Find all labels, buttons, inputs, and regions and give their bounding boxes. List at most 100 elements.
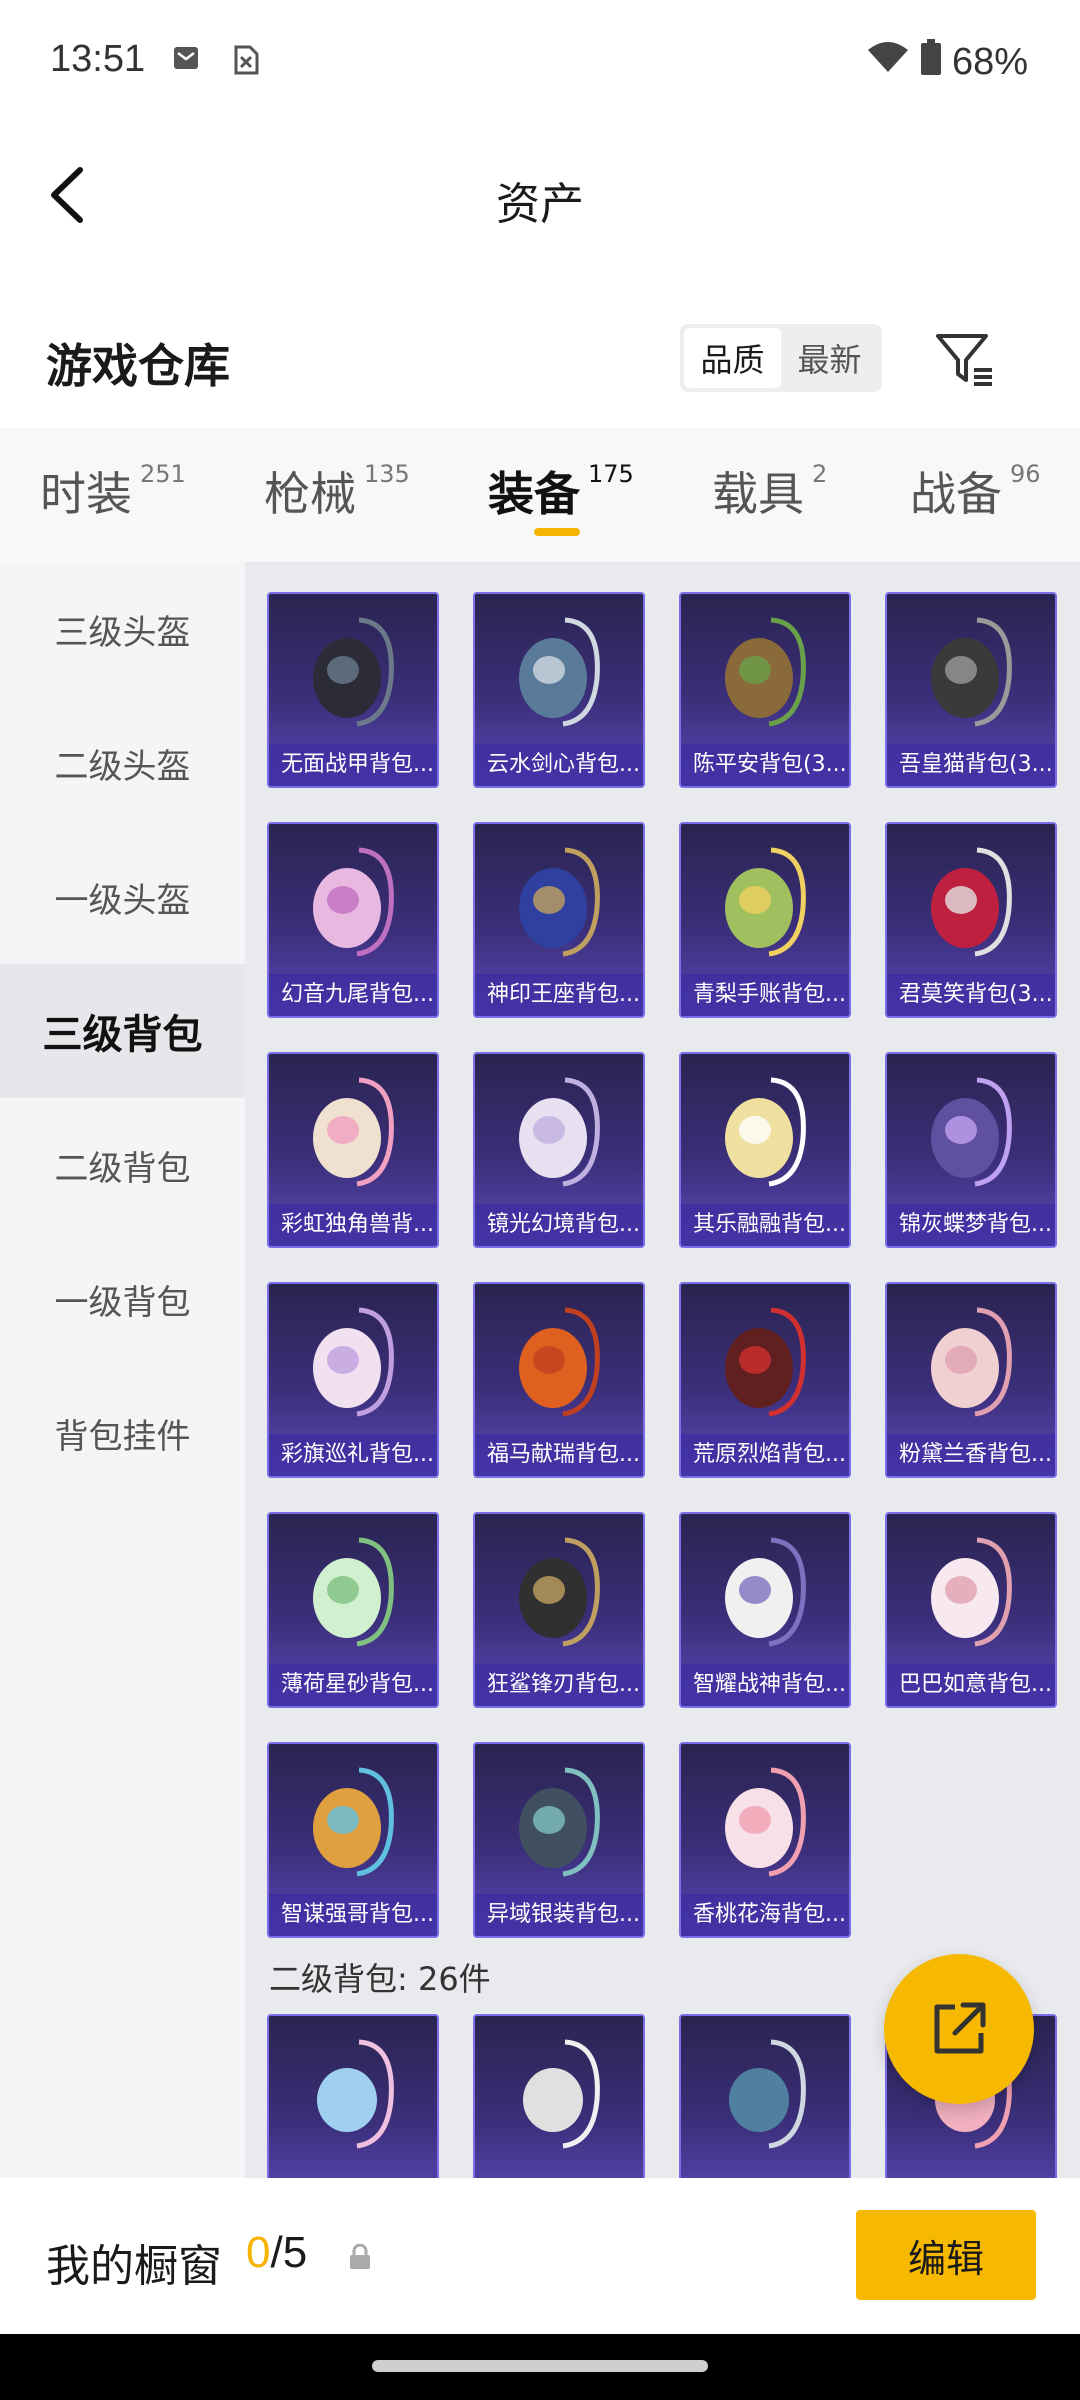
battery-level: 68% bbox=[951, 40, 1028, 83]
backpack-image bbox=[313, 1537, 394, 1647]
item-label: 薄荷星砂背包... bbox=[269, 1664, 437, 1706]
share-fab[interactable] bbox=[884, 1954, 1034, 2104]
item-card[interactable]: 锦灰蝶梦背包... bbox=[885, 1052, 1057, 1248]
status-bar: 13:51 68% bbox=[0, 0, 1080, 125]
item-label: 幻音九尾背包... bbox=[269, 974, 437, 1016]
item-card[interactable]: 幻音九尾背包... bbox=[267, 822, 439, 1018]
status-time: 13:51 bbox=[50, 38, 146, 80]
item-label: 福马献瑞背包... bbox=[475, 1434, 643, 1476]
backpack-image bbox=[523, 2039, 600, 2149]
item-card[interactable]: 彩旗巡礼背包... bbox=[267, 1282, 439, 1478]
category-tabs: 时装 251 枪械 135 装备 175 载具 2 战备 96 bbox=[0, 428, 1080, 562]
tab-label: 装备 bbox=[488, 467, 580, 521]
sidebar-item-helmet-lv2[interactable]: 二级头盔 bbox=[0, 696, 245, 830]
tab-label: 战备 bbox=[910, 467, 1002, 521]
item-card[interactable]: 镜光幻境背包... bbox=[473, 1052, 645, 1248]
item-card[interactable]: 异域银装背包... bbox=[473, 1742, 645, 1938]
item-label: 君莫笑背包(3... bbox=[887, 974, 1055, 1016]
sidebar-item-helmet-lv1[interactable]: 一级头盔 bbox=[0, 830, 245, 964]
backpack-image bbox=[725, 1307, 806, 1417]
item-label: 云水剑心背包... bbox=[475, 744, 643, 786]
tab-combat-prep[interactable]: 战备 96 bbox=[910, 458, 1041, 524]
item-card[interactable]: 福马献瑞背包... bbox=[473, 1282, 645, 1478]
backpack-image bbox=[725, 1537, 806, 1647]
item-card[interactable]: 狂鲨锋刃背包... bbox=[473, 1512, 645, 1708]
wifi-icon bbox=[866, 40, 910, 84]
system-nav-bar bbox=[0, 2334, 1080, 2400]
backpack-image bbox=[931, 1307, 1012, 1417]
filter-button[interactable] bbox=[930, 324, 1000, 394]
item-label: 其乐融融背包... bbox=[681, 1204, 849, 1246]
filter-icon bbox=[936, 334, 992, 386]
backpack-image bbox=[725, 847, 806, 957]
item-card[interactable]: 吾皇猫背包(3... bbox=[885, 592, 1057, 788]
item-card[interactable]: 彩虹独角兽背... bbox=[267, 1052, 439, 1248]
item-grid: 无面战甲背包... 云水剑心背包... 陈平安背包(3... 吾皇猫背包(3... 幻音… bbox=[245, 562, 1080, 2178]
sidebar-item-helmet-lv3[interactable]: 三级头盔 bbox=[0, 562, 245, 696]
item-label: 吾皇猫背包(3... bbox=[887, 744, 1055, 786]
item-card[interactable] bbox=[267, 2014, 439, 2178]
backpack-image bbox=[519, 1307, 600, 1417]
edit-button[interactable]: 编辑 bbox=[856, 2210, 1036, 2300]
tab-count: 2 bbox=[812, 460, 828, 488]
item-label: 彩旗巡礼背包... bbox=[269, 1434, 437, 1476]
sidebar-item-backpack-lv3[interactable]: 三级背包 bbox=[0, 964, 245, 1098]
tab-count: 251 bbox=[140, 460, 186, 488]
sidebar-item-backpack-lv1[interactable]: 一级背包 bbox=[0, 1232, 245, 1366]
item-card[interactable]: 其乐融融背包... bbox=[679, 1052, 851, 1248]
item-card[interactable]: 巴巴如意背包... bbox=[885, 1512, 1057, 1708]
backpack-image bbox=[725, 1077, 806, 1187]
status-right: 68% bbox=[866, 38, 1028, 86]
backpack-image bbox=[931, 1537, 1012, 1647]
showcase-count: 0/5 bbox=[246, 2228, 307, 2278]
item-card[interactable]: 无面战甲背包... bbox=[267, 592, 439, 788]
item-card[interactable]: 荒原烈焰背包... bbox=[679, 1282, 851, 1478]
tab-equipment[interactable]: 装备 175 bbox=[488, 458, 634, 524]
item-card[interactable] bbox=[473, 2014, 645, 2178]
item-card[interactable]: 青梨手账背包... bbox=[679, 822, 851, 1018]
item-label: 陈平安背包(3... bbox=[681, 744, 849, 786]
item-card[interactable]: 君莫笑背包(3... bbox=[885, 822, 1057, 1018]
backpack-image bbox=[313, 1307, 394, 1417]
tab-count: 96 bbox=[1010, 460, 1041, 488]
home-indicator[interactable] bbox=[372, 2360, 708, 2372]
showcase-current: 0 bbox=[246, 2228, 271, 2277]
item-label: 荒原烈焰背包... bbox=[681, 1434, 849, 1476]
section-title-backpack-lv2: 二级背包: 26件 bbox=[269, 1960, 491, 1998]
sort-option-newest[interactable]: 最新 bbox=[781, 328, 878, 388]
tab-vehicles[interactable]: 载具 2 bbox=[712, 458, 827, 524]
item-label: 粉黛兰香背包... bbox=[887, 1434, 1055, 1476]
page-title: 资产 bbox=[496, 179, 584, 230]
backpack-image bbox=[725, 617, 806, 727]
mail-icon bbox=[172, 44, 200, 76]
backpack-image bbox=[729, 2039, 806, 2149]
sort-option-quality[interactable]: 品质 bbox=[684, 328, 781, 388]
item-label: 无面战甲背包... bbox=[269, 744, 437, 786]
tab-count: 175 bbox=[588, 460, 634, 488]
item-card[interactable]: 粉黛兰香背包... bbox=[885, 1282, 1057, 1478]
backpack-image bbox=[313, 617, 394, 727]
item-card[interactable]: 陈平安背包(3... bbox=[679, 592, 851, 788]
tab-firearms[interactable]: 枪械 135 bbox=[264, 458, 410, 524]
backpack-image bbox=[519, 1077, 600, 1187]
tab-fashion[interactable]: 时装 251 bbox=[40, 458, 186, 524]
item-card[interactable]: 云水剑心背包... bbox=[473, 592, 645, 788]
sort-toggle: 品质 最新 bbox=[680, 324, 882, 392]
item-card[interactable] bbox=[679, 2014, 851, 2178]
item-card[interactable]: 香桃花海背包... bbox=[679, 1742, 851, 1938]
item-card[interactable]: 神印王座背包... bbox=[473, 822, 645, 1018]
subcategory-sidebar: 三级头盔 二级头盔 一级头盔 三级背包 二级背包 一级背包 背包挂件 bbox=[0, 562, 245, 2178]
item-card[interactable]: 薄荷星砂背包... bbox=[267, 1512, 439, 1708]
backpack-image bbox=[313, 1767, 394, 1877]
item-label: 异域银装背包... bbox=[475, 1894, 643, 1936]
item-label: 智耀战神背包... bbox=[681, 1664, 849, 1706]
item-card[interactable]: 智谋强哥背包... bbox=[267, 1742, 439, 1938]
sidebar-item-backpack-charm[interactable]: 背包挂件 bbox=[0, 1366, 245, 1500]
item-label: 青梨手账背包... bbox=[681, 974, 849, 1016]
backpack-image bbox=[725, 1767, 806, 1877]
showcase-label: 我的橱窗 bbox=[46, 2241, 222, 2292]
tab-label: 载具 bbox=[712, 467, 804, 521]
sidebar-item-backpack-lv2[interactable]: 二级背包 bbox=[0, 1098, 245, 1232]
item-card[interactable]: 智耀战神背包... bbox=[679, 1512, 851, 1708]
backpack-image bbox=[313, 847, 394, 957]
